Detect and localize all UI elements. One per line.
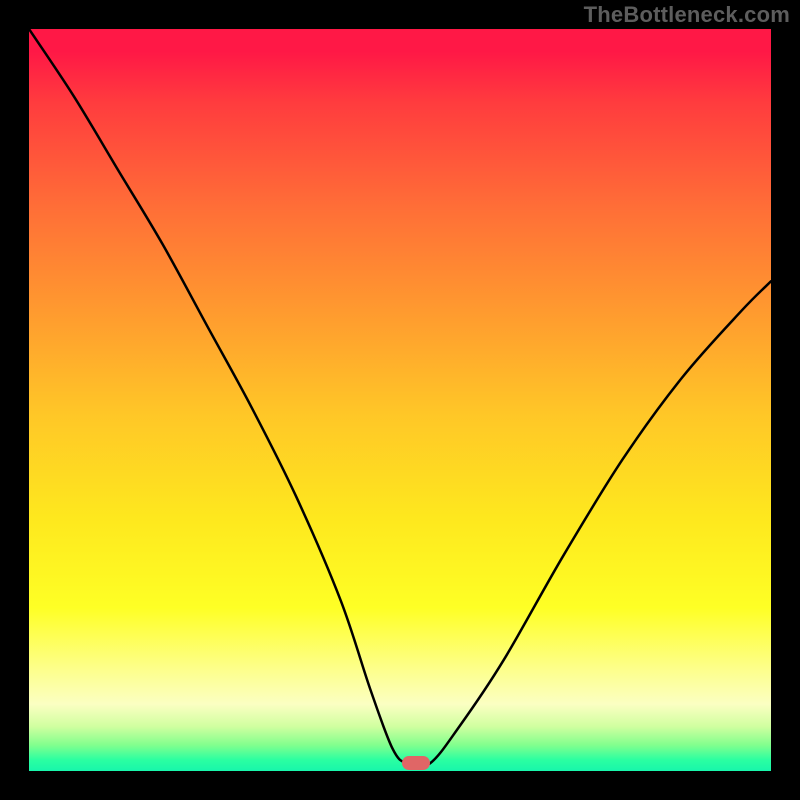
optimal-point-marker [402,756,430,770]
watermark-text: TheBottleneck.com [584,2,790,28]
bottleneck-curve [29,29,771,771]
curve-path [29,29,771,767]
plot-area [29,29,771,771]
chart-container: TheBottleneck.com [0,0,800,800]
